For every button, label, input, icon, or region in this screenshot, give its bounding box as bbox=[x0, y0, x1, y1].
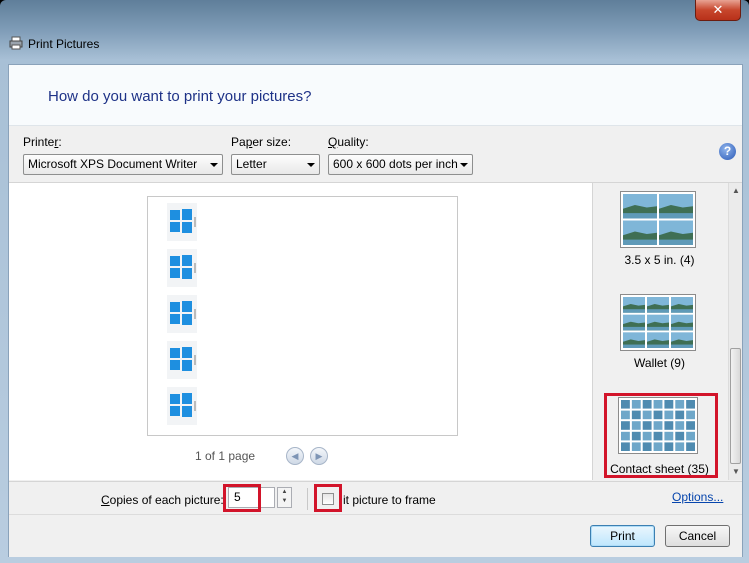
photo-tile bbox=[647, 314, 669, 331]
photo-tile bbox=[671, 314, 693, 331]
page-count: 1 of 1 page bbox=[195, 449, 256, 463]
windows-logo-icon bbox=[170, 255, 192, 279]
preview-thumbnail bbox=[167, 295, 197, 333]
print-button[interactable]: Print bbox=[590, 525, 655, 547]
side-mark bbox=[194, 355, 196, 365]
checkbox-highlight bbox=[314, 484, 342, 512]
printer-label: Printer: bbox=[23, 135, 62, 149]
preview-page bbox=[147, 196, 458, 436]
layout-thumbnail bbox=[620, 191, 696, 248]
layout-option-3-5x5[interactable]: 3.5 x 5 in. (4) bbox=[593, 191, 726, 271]
photo-tile bbox=[623, 332, 645, 348]
bottom-options-row: Copies of each picture: 5 ▲ ▼ it picture… bbox=[9, 481, 742, 515]
photo-tile bbox=[623, 220, 657, 245]
dialog-client: How do you want to print your pictures? … bbox=[8, 64, 743, 557]
scroll-up-icon[interactable]: ▲ bbox=[729, 183, 743, 199]
side-mark bbox=[194, 217, 196, 227]
photo-tile bbox=[659, 220, 693, 245]
photo-tile bbox=[671, 297, 693, 313]
spin-down-icon[interactable]: ▼ bbox=[278, 497, 291, 506]
print-pictures-window: Print Pictures ✕ How do you want to prin… bbox=[0, 0, 749, 563]
help-icon[interactable]: ? bbox=[719, 143, 736, 160]
windows-logo-icon bbox=[170, 301, 192, 325]
close-icon: ✕ bbox=[712, 2, 724, 17]
side-mark bbox=[194, 401, 196, 411]
cancel-button[interactable]: Cancel bbox=[665, 525, 730, 547]
print-options-row: Printer: Microsoft XPS Document Writer P… bbox=[9, 126, 742, 183]
selection-highlight bbox=[604, 393, 718, 478]
divider bbox=[307, 488, 308, 510]
window-title: Print Pictures bbox=[28, 37, 100, 51]
paper-size-label: Paper size: bbox=[231, 135, 292, 149]
header-band: How do you want to print your pictures? bbox=[9, 65, 742, 126]
layout-option-wallet[interactable]: Wallet (9) bbox=[593, 294, 726, 374]
paper-size-select[interactable]: Letter bbox=[231, 154, 320, 175]
photo-tile bbox=[659, 194, 693, 219]
photo-tile bbox=[623, 194, 657, 219]
title-bar: Print Pictures ✕ bbox=[0, 0, 749, 62]
windows-logo-icon bbox=[170, 347, 192, 371]
preview-thumbnail bbox=[167, 249, 197, 287]
chevron-down-icon bbox=[460, 163, 468, 167]
options-link[interactable]: Options... bbox=[672, 490, 723, 504]
close-button[interactable]: ✕ bbox=[695, 0, 741, 21]
photo-tile bbox=[647, 297, 669, 313]
chevron-down-icon bbox=[307, 163, 315, 167]
printer-icon bbox=[9, 36, 23, 50]
scroll-thumb[interactable] bbox=[730, 348, 741, 464]
chevron-left-icon: ◀ bbox=[291, 451, 299, 461]
photo-tile bbox=[623, 297, 645, 313]
layout-scrollbar[interactable]: ▲ ▼ bbox=[728, 183, 742, 480]
layout-list: 3.5 x 5 in. (4) Wallet (9) Contact sheet… bbox=[593, 183, 728, 480]
side-mark bbox=[194, 263, 196, 273]
side-mark bbox=[194, 309, 196, 319]
windows-logo-icon bbox=[170, 209, 192, 233]
preview-thumbnail bbox=[167, 341, 197, 379]
fit-picture-label: it picture to frame bbox=[343, 493, 436, 507]
chevron-right-icon: ▶ bbox=[315, 451, 323, 461]
scroll-down-icon[interactable]: ▼ bbox=[729, 464, 743, 480]
layout-label: Wallet (9) bbox=[634, 356, 685, 370]
preview-thumbnail bbox=[167, 203, 197, 241]
landscape-photo-icon bbox=[623, 194, 693, 245]
next-page-button[interactable]: ▶ bbox=[310, 447, 328, 465]
page-title: How do you want to print your pictures? bbox=[48, 88, 312, 105]
previous-page-button[interactable]: ◀ bbox=[286, 447, 304, 465]
copies-label: Copies of each picture: bbox=[101, 493, 224, 507]
photo-tile bbox=[671, 332, 693, 348]
quality-select[interactable]: 600 x 600 dots per inch bbox=[328, 154, 473, 175]
chevron-down-icon bbox=[210, 163, 218, 167]
copies-spinner[interactable]: ▲ ▼ bbox=[277, 487, 292, 508]
photo-tile bbox=[647, 332, 669, 348]
layout-thumbnail bbox=[620, 294, 696, 351]
landscape-photo-icon bbox=[623, 297, 693, 348]
copies-highlight bbox=[223, 484, 261, 512]
quality-label: Quality: bbox=[328, 135, 369, 149]
spin-up-icon[interactable]: ▲ bbox=[278, 488, 291, 497]
dialog-footer: Print Cancel bbox=[9, 514, 742, 557]
print-preview-area: 1 of 1 page ◀ ▶ bbox=[9, 183, 593, 480]
layout-label: 3.5 x 5 in. (4) bbox=[624, 253, 695, 267]
printer-select[interactable]: Microsoft XPS Document Writer bbox=[23, 154, 223, 175]
windows-logo-icon bbox=[170, 393, 192, 417]
photo-tile bbox=[623, 314, 645, 331]
preview-thumbnail bbox=[167, 387, 197, 425]
